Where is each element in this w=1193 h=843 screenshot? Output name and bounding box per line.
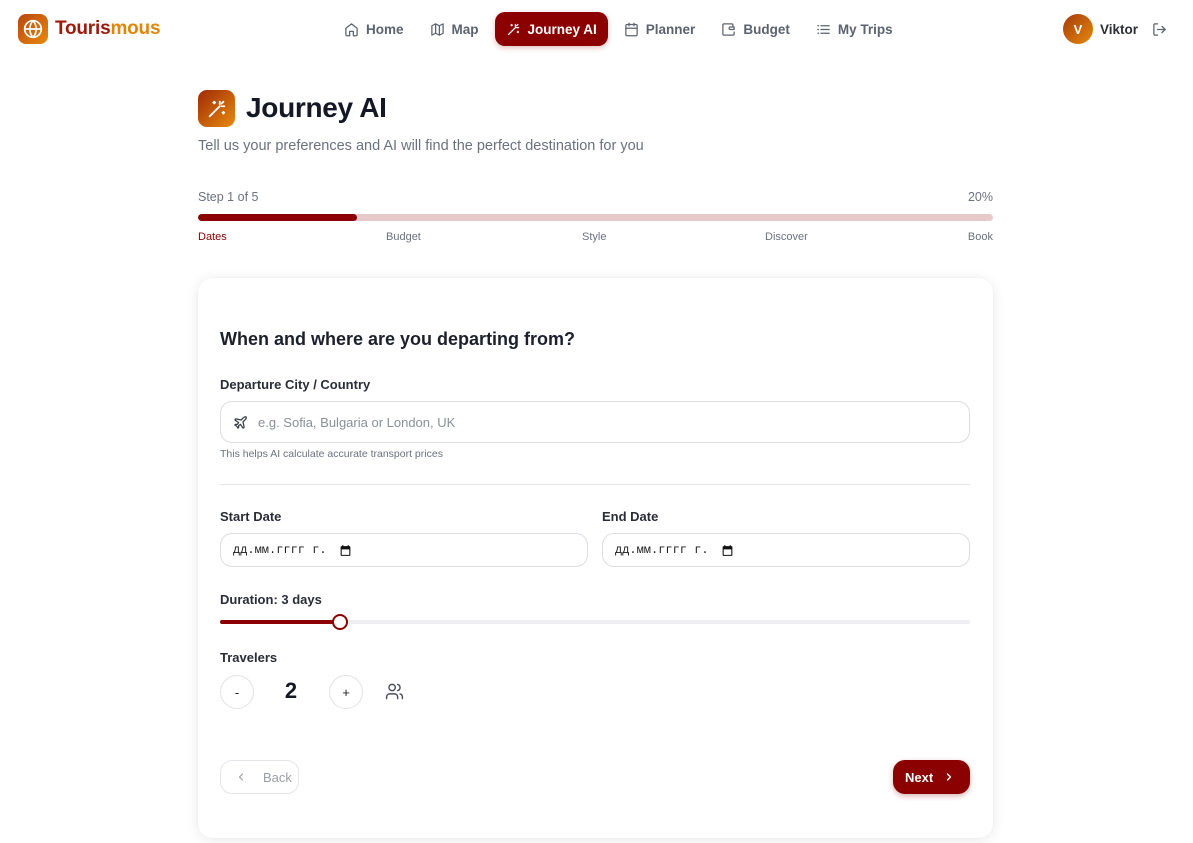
users-icon xyxy=(385,682,404,706)
step-counter: Step 1 of 5 xyxy=(198,190,259,204)
main-nav: Home Map Journey AI Planner Budget My Tr… xyxy=(334,12,909,46)
decrement-travelers-button[interactable]: - xyxy=(220,675,254,709)
user-menu: V Viktor xyxy=(1062,14,1167,44)
increment-travelers-button[interactable]: + xyxy=(329,675,363,709)
nav-label-my-trips: My Trips xyxy=(837,21,893,37)
nav-label-map: Map xyxy=(451,21,479,37)
nav-label-budget: Budget xyxy=(743,21,790,37)
step-style: Style xyxy=(582,231,607,243)
chevron-right-icon xyxy=(947,773,952,781)
plane-icon xyxy=(234,415,247,429)
brand-name-part2: mous xyxy=(110,18,161,39)
top-navbar: Tourismous Home Map Journey AI Planner B… xyxy=(0,0,1193,58)
divider xyxy=(220,484,970,485)
chevron-left-icon xyxy=(238,773,244,781)
calendar-icon[interactable] xyxy=(721,544,734,557)
magic-wand-icon xyxy=(507,23,519,35)
map-icon xyxy=(430,22,444,36)
username[interactable]: Viktor xyxy=(1100,22,1138,37)
back-button[interactable]: Back xyxy=(220,760,299,794)
next-button[interactable]: Next xyxy=(893,760,970,794)
nav-item-map[interactable]: Map xyxy=(420,12,489,46)
nav-item-my-trips[interactable]: My Trips xyxy=(806,12,903,46)
start-date-value: дд.мм.гггг г. xyxy=(233,543,327,557)
step-list: Dates Budget Style Discover Book xyxy=(198,231,993,245)
logout-icon[interactable] xyxy=(1152,22,1167,37)
end-date-label: End Date xyxy=(602,509,659,524)
departure-hint: This helps AI calculate accurate transpo… xyxy=(220,448,443,460)
next-button-label: Next xyxy=(905,769,934,785)
nav-item-budget[interactable]: Budget xyxy=(711,12,800,46)
duration-slider[interactable] xyxy=(220,614,970,630)
step-budget: Budget xyxy=(386,231,421,243)
page-title: Journey AI xyxy=(246,92,387,123)
page-subtitle: Tell us your preferences and AI will fin… xyxy=(198,138,644,154)
form-card: When and where are you departing from? D… xyxy=(198,278,993,838)
departure-input[interactable] xyxy=(258,414,938,430)
globe-icon xyxy=(18,14,48,44)
start-date-label: Start Date xyxy=(220,509,282,524)
magic-wand-icon xyxy=(198,90,235,127)
end-date-value: дд.мм.гггг г. xyxy=(615,543,709,557)
calendar-icon[interactable] xyxy=(339,544,352,557)
progress-percent: 20% xyxy=(967,190,993,204)
nav-label-planner: Planner xyxy=(645,21,696,37)
duration-label: Duration: 3 days xyxy=(220,592,322,607)
end-date-field[interactable]: дд.мм.гггг г. xyxy=(602,533,970,567)
step-dates: Dates xyxy=(198,231,227,243)
brand-name-part1: Touris xyxy=(55,18,111,39)
duration-slider-thumb[interactable] xyxy=(332,614,348,630)
departure-field[interactable] xyxy=(220,401,970,443)
nav-item-journey-ai[interactable]: Journey AI xyxy=(494,12,608,46)
list-icon xyxy=(817,24,830,34)
nav-item-home[interactable]: Home xyxy=(334,12,414,46)
step-discover: Discover xyxy=(765,231,808,243)
travelers-count: 2 xyxy=(284,678,298,703)
question-title: When and where are you departing from? xyxy=(220,329,576,349)
calendar-icon xyxy=(625,22,638,36)
wallet-icon xyxy=(722,22,736,36)
progress-bar-fill xyxy=(198,214,357,221)
nav-item-planner[interactable]: Planner xyxy=(614,12,706,46)
home-icon xyxy=(345,22,358,36)
duration-slider-fill xyxy=(220,620,340,624)
departure-label: Departure City / Country xyxy=(220,377,371,392)
nav-label-journey-ai: Journey AI xyxy=(527,21,597,37)
avatar[interactable]: V xyxy=(1062,14,1093,44)
nav-label-home: Home xyxy=(366,21,404,37)
step-book: Book xyxy=(967,231,993,243)
travelers-label: Travelers xyxy=(220,650,278,665)
progress-bar xyxy=(198,214,993,221)
brand-name: Tourismous xyxy=(55,18,161,40)
back-button-label: Back xyxy=(263,769,292,785)
start-date-field[interactable]: дд.мм.гггг г. xyxy=(220,533,588,567)
brand[interactable]: Tourismous xyxy=(18,14,161,44)
